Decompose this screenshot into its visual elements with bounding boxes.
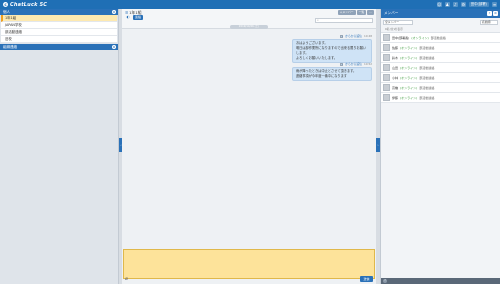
member-status: (オンライン): [400, 95, 418, 100]
date-divider: 2019/10/26 (土): [230, 25, 268, 29]
avatar: [383, 94, 390, 101]
app-logo[interactable]: c ChatLuck 5C: [3, 1, 47, 8]
send-button[interactable]: 送信: [360, 276, 373, 282]
member-status: (オンライン): [400, 65, 418, 70]
member-row[interactable]: 山田 (オンライン) 部活動連絡: [381, 63, 500, 73]
app-name: ChatLuck 5C: [10, 1, 48, 8]
member-panel-title: メンバー: [384, 11, 399, 15]
message-list: + からから返信 10:48 おはようございます。 明日は部作業所になりますので…: [122, 31, 376, 247]
section-title: 組織連絡: [3, 45, 17, 49]
room-item[interactable]: 旧校: [1, 36, 117, 43]
member-org: 部活動連絡: [419, 55, 435, 60]
search-icon: ⌕: [317, 18, 319, 22]
member-row[interactable]: 佐藤 (オンライン) 部活動連絡: [381, 43, 500, 53]
member-name: 田中(部署長): [392, 35, 410, 40]
current-user-name[interactable]: 田中(部署): [468, 2, 489, 7]
member-row[interactable]: 高橋 (オンライン) 部活動連絡: [381, 83, 500, 93]
more-icon[interactable]: ⋯: [367, 10, 374, 15]
member-filter-row: 全メンバー 名前順: [381, 18, 500, 26]
avatar: [383, 44, 390, 51]
notification-icon[interactable]: ◐: [125, 15, 131, 20]
group-icon[interactable]: ♟: [444, 2, 450, 7]
message-time: 10:48: [363, 34, 372, 38]
avatar: [383, 84, 390, 91]
message-line: よろしくお願いいたします。: [296, 56, 338, 60]
message-time: 10:52: [363, 62, 372, 66]
left-sidebar: 個人 ⚙ 1年1組 JAPAN学校 部活動連絡 旧校 組織連絡 ⚙: [0, 9, 119, 284]
member-status: (オンライン): [400, 75, 418, 80]
member-panel-footer: ?: [381, 278, 500, 284]
member-status: (オンライン): [400, 85, 418, 90]
room-item[interactable]: 部活動連絡: [1, 29, 117, 36]
chat-bubble-icon: c: [3, 2, 8, 7]
member-row[interactable]: 小林 (オンライン) 部活動連絡: [381, 73, 500, 83]
member-name: 山田: [392, 65, 399, 70]
message: + からから返信 10:48 おはようございます。 明日は部作業所になりますので…: [292, 34, 372, 63]
avatar: [383, 74, 390, 81]
member-status: (オンライン): [400, 55, 418, 60]
composer-toolbar: ⌀ 送信: [122, 276, 376, 284]
help-icon[interactable]: ?: [383, 279, 387, 283]
member-org: 部活動連絡: [430, 35, 446, 40]
gear-icon[interactable]: ⚙: [493, 11, 498, 16]
section-header-org[interactable]: 組織連絡 ⚙: [0, 44, 118, 50]
section-title: 個人: [3, 10, 10, 14]
member-panel-header: メンバー ? ⚙: [381, 9, 500, 18]
gear-icon[interactable]: ⚙: [112, 10, 116, 14]
message-input[interactable]: [123, 249, 375, 279]
list-button[interactable]: 一覧: [356, 10, 367, 15]
reply-link[interactable]: からから返信: [345, 34, 362, 38]
member-row[interactable]: 鈴木 (オンライン) 部活動連絡: [381, 53, 500, 63]
member-org: 部活動連絡: [419, 95, 435, 100]
member-name: 高橋: [392, 85, 399, 90]
member-org: 部活動連絡: [419, 45, 435, 50]
member-name: 鈴木: [392, 55, 399, 60]
member-org: 部活動連絡: [419, 65, 435, 70]
member-name: 伊藤: [392, 95, 399, 100]
message-line: 連絡事項が今年度一番中になります: [296, 74, 347, 78]
member-name: 小林: [392, 75, 399, 80]
help-icon[interactable]: ?: [487, 11, 492, 16]
avatar: [383, 34, 390, 41]
reply-link[interactable]: からから返信: [345, 62, 362, 66]
member-row[interactable]: 伊藤 (オンライン) 部活動連絡: [381, 93, 500, 103]
member-name: 佐藤: [392, 45, 399, 50]
search-input[interactable]: ⌕: [315, 18, 373, 23]
member-row[interactable]: 田中(部署長) (オンライン) 部活動連絡: [381, 33, 500, 43]
message-line: 明日は部作業所になりますので出来る限りお願いします。: [296, 46, 367, 55]
room-info-button[interactable]: 連絡: [133, 15, 144, 20]
avatar: [383, 54, 390, 61]
member-status: (オンライン): [400, 45, 418, 50]
message-bubble: 雨が降ったときは中止とさせて頂きます。 連絡事項が今年度一番中になります: [292, 67, 372, 81]
member-org: 部活動連絡: [419, 85, 435, 90]
menu-icon[interactable]: ≡: [492, 2, 497, 7]
room-list: 1年1組 JAPAN学校 部活動連絡 旧校: [1, 15, 117, 43]
top-bar: c ChatLuck 5C ☺ ♟ ♪ ⚙ 田中(部署) ≡: [0, 0, 500, 9]
settings-icon[interactable]: ⚙: [460, 2, 466, 7]
member-filter-select[interactable]: 全メンバー: [383, 20, 413, 25]
member-org: 部活動連絡: [419, 75, 435, 80]
member-status: (オンライン): [411, 35, 429, 40]
section-header-personal[interactable]: 個人 ⚙: [0, 9, 118, 15]
message-bubble: おはようございます。 明日は部作業所になりますので出来る限りお願いします。 よろ…: [292, 39, 372, 63]
paperclip-icon[interactable]: ⌀: [125, 276, 128, 282]
room-item[interactable]: JAPAN学校: [1, 22, 117, 29]
user-icon[interactable]: ☺: [436, 2, 442, 7]
gear-icon[interactable]: ⚙: [112, 45, 116, 49]
avatar: [383, 64, 390, 71]
room-item[interactable]: 1年1組: [1, 15, 117, 22]
chat-pane: ☰ 1年1組 ◐ 連絡 ＋メンバー 一覧 ⋯ ⌕ 2019/10/26 (土) …: [122, 9, 376, 284]
member-sort-select[interactable]: 名前順: [480, 20, 498, 25]
member-panel: メンバー ? ⚙ 全メンバー 名前順 0名(全)の表示 田中(部署長) (オンラ…: [380, 9, 500, 284]
member-list: 田中(部署長) (オンライン) 部活動連絡 佐藤 (オンライン) 部活動連絡 鈴…: [381, 33, 500, 103]
bell-icon[interactable]: ♪: [452, 2, 458, 7]
member-count: 0名(全)の表示: [381, 26, 500, 33]
reply-checkbox[interactable]: +: [340, 62, 344, 66]
message: + からから返信 10:52 雨が降ったときは中止とさせて頂きます。 連絡事項が…: [292, 62, 372, 81]
add-member-button[interactable]: ＋メンバー: [337, 10, 356, 15]
reply-checkbox[interactable]: +: [340, 34, 344, 38]
